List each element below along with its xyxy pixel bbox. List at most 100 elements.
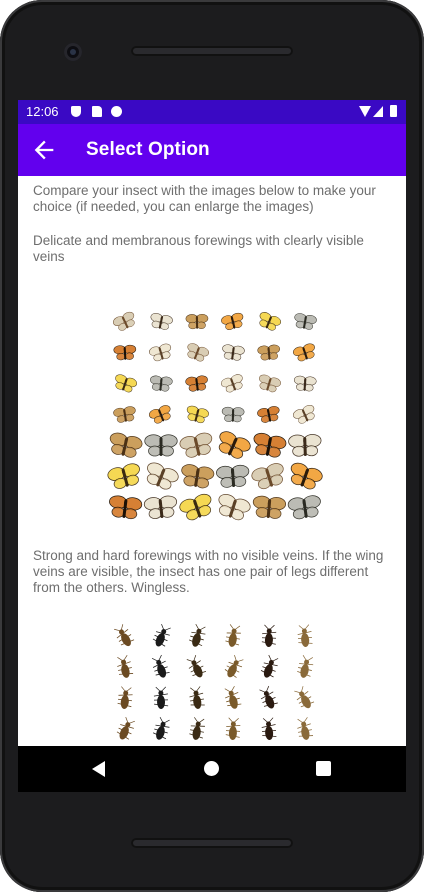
winged-insect-thumbnail [107,368,143,399]
beetle-thumbnail [251,684,287,715]
beetle-thumbnail [251,653,287,684]
winged-insect-thumbnail [143,306,179,337]
winged-insect-thumbnail [143,368,179,399]
winged-insect-icon [113,405,136,423]
winged-insect-icon [288,433,322,457]
winged-insect-icon [222,343,245,361]
winged-insect-icon [221,406,245,422]
winged-insect-thumbnail [251,337,287,368]
beetle-icon [189,685,205,709]
winged-insect-thumbnail [143,492,179,523]
sd-card-icon [92,106,102,117]
winged-insect-icon [257,405,280,423]
screen: 12:06 Select Option Compare your insect … [18,100,406,892]
beetle-thumbnail [287,715,323,746]
beetle-thumbnail [215,715,251,746]
winged-insect-thumbnail [287,399,323,430]
beetle-icon [116,716,135,740]
winged-insect-icon [293,375,317,391]
winged-insect-thumbnail [107,430,143,461]
winged-insect-icon [181,463,215,488]
winged-insect-thumbnail [287,430,323,461]
beetle-icon [261,624,277,647]
winged-insect-icon [218,493,251,520]
beetle-icon [152,623,171,647]
page-title: Select Option [86,139,210,160]
winged-insect-icon [179,493,212,520]
winged-insect-thumbnail [215,306,251,337]
status-bar: 12:06 [18,100,406,124]
winged-insect-thumbnail [179,461,215,492]
winged-insect-thumbnail [215,461,251,492]
winged-insect-thumbnail [107,461,143,492]
options-list[interactable]: Compare your insect with the images belo… [18,176,406,746]
nav-home-icon[interactable] [204,761,219,776]
winged-insect-icon [146,462,179,490]
winged-insect-icon [186,405,209,423]
winged-insect-icon [144,433,178,456]
winged-insect-icon [187,342,209,361]
winged-insect-icon [179,432,213,458]
winged-insect-icon [294,312,317,330]
beetle-thumbnail [287,622,323,653]
winged-insect-icon [292,404,315,424]
beetle-thumbnail [179,622,215,653]
winged-insect-icon [115,373,137,392]
beetle-icon [297,623,313,647]
winged-insect-thumbnail [251,461,287,492]
nav-recents-icon[interactable] [316,761,331,776]
winged-insect-icon [109,432,143,458]
nav-back-icon[interactable] [92,761,105,777]
beetle-thumbnail [215,684,251,715]
beetle-thumbnail [179,653,215,684]
winged-insect-icon [185,374,208,392]
beetle-icon [224,654,244,678]
beetle-icon [152,716,170,740]
beetle-icon [261,716,277,740]
phone-frame: 12:06 Select Option Compare your insect … [0,0,424,892]
beetle-icon [114,623,135,646]
beetle-thumbnail [107,653,143,684]
beetle-icon [225,623,241,647]
beetle-icon [259,685,278,709]
winged-insect-thumbnail [215,430,251,461]
beetles-bugs-grid-image[interactable] [107,622,323,746]
winged-insect-thumbnail [287,306,323,337]
winged-insect-thumbnail [251,492,287,523]
winged-insect-icon [149,404,171,424]
beetle-thumbnail [179,715,215,746]
winged-insect-icon [290,462,323,489]
back-button[interactable] [30,136,58,164]
winged-insect-thumbnail [107,492,143,523]
winged-insect-thumbnail [287,461,323,492]
winged-insect-thumbnail [251,306,287,337]
winged-insect-icon [257,344,280,360]
beetle-thumbnail [107,684,143,715]
winged-insect-thumbnail [287,492,323,523]
winged-insect-icon [253,432,287,458]
beetle-icon [153,686,169,709]
winged-insect-thumbnail [215,492,251,523]
option-1-description[interactable]: Delicate and membranous forewings with c… [33,233,393,265]
winged-insect-thumbnail [179,399,215,430]
beetle-icon [117,685,133,709]
winged-insect-icon [259,311,282,331]
beetle-thumbnail [143,715,179,746]
winged-insect-thumbnail [143,430,179,461]
phone-bottom-bezel [0,792,424,892]
phone-top-bezel [0,0,424,100]
winged-insect-thumbnail [107,306,143,337]
winged-insects-grid-image[interactable] [107,306,323,523]
winged-insect-icon [293,342,315,361]
winged-insect-thumbnail [215,399,251,430]
beetle-thumbnail [287,653,323,684]
beetle-icon [297,716,314,740]
winged-insect-icon [149,343,172,361]
front-camera [64,43,82,61]
beetle-icon [189,623,206,647]
beetle-icon [294,685,315,708]
option-2-description[interactable]: Strong and hard forewings with no visibl… [33,548,393,596]
winged-insect-thumbnail [107,399,143,430]
beetle-thumbnail [143,653,179,684]
beetle-thumbnail [143,622,179,653]
